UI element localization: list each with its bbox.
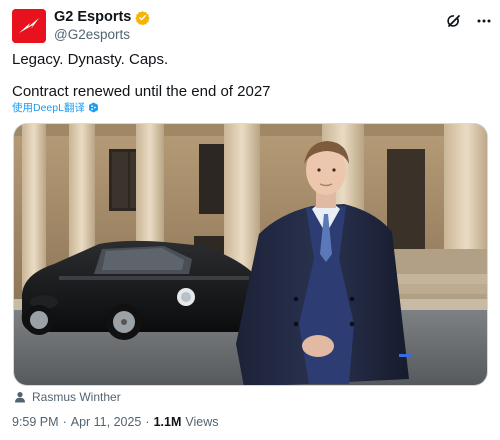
tweet-time[interactable]: 9:59 PM [12,415,59,429]
photo-illustration [14,124,487,385]
translate-link[interactable]: 使用DeepL翻译 [12,100,99,115]
more-options-button[interactable] [473,10,495,32]
tweet-text-line-1: Legacy. Dynasty. Caps. [12,51,169,68]
more-icon [477,19,491,23]
author-handle[interactable]: @G2esports [54,27,130,42]
tweet-text-line-2: Contract renewed until the end of 2027 [12,83,271,100]
author-name-row[interactable]: G2 Esports [54,9,151,25]
verified-badge-icon [135,10,151,25]
person-icon [15,392,25,403]
tweet-photo[interactable] [13,123,488,386]
g2-logo-icon[interactable] [12,9,46,43]
meta-separator: · [145,415,150,429]
media-credit-name[interactable]: Rasmus Winther [32,390,121,404]
media-credit[interactable]: Rasmus Winther [14,390,121,404]
grok-button[interactable] [443,10,465,32]
grok-icon [447,15,460,27]
tweet-date[interactable]: Apr 11, 2025 [71,415,142,429]
views-count: 1.1M [153,415,182,429]
translate-label[interactable]: 使用DeepL翻译 [12,100,85,115]
author-display-name[interactable]: G2 Esports [54,9,131,25]
tweet-meta: 9:59 PM · Apr 11, 2025 · 1.1M Views [12,415,218,429]
tweet-card: G2 Esports @G2esports Legacy. Dynasty. C… [0,0,500,440]
meta-separator: · [62,415,67,429]
views-label: Views [185,415,219,429]
deepl-icon [89,102,98,113]
